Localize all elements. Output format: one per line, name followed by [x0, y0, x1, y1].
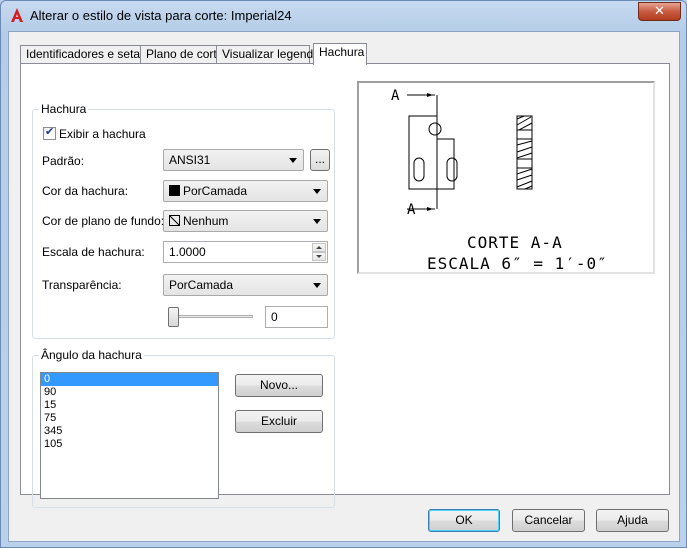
angle-list-item[interactable]: 345 [41, 425, 218, 438]
bg-color-combo[interactable]: Nenhum [163, 210, 328, 232]
chevron-down-icon [313, 283, 321, 288]
help-button[interactable]: Ajuda [596, 509, 669, 532]
show-hatch-checkbox[interactable] [43, 125, 56, 140]
hatch-scale-value: 1.0000 [169, 245, 206, 259]
section-marker-bottom: A [407, 202, 416, 218]
hatch-color-value: PorCamada [183, 184, 248, 198]
transparency-label: Transparência: [42, 278, 122, 292]
new-angle-button[interactable]: Novo... [235, 374, 323, 397]
transparency-slider-value: 0 [271, 310, 278, 324]
cancel-button[interactable]: Cancelar [512, 509, 585, 532]
section-marker-top: A [391, 88, 400, 104]
section-view-preview: A A CORTE A-A ESCALA 6″ = 1′-0″ [391, 88, 608, 273]
section-arrow-icon [427, 207, 433, 211]
window-title: Alterar o estilo de vista para corte: Im… [30, 8, 292, 23]
angle-list-item[interactable]: 75 [41, 412, 218, 425]
color-swatch-icon [169, 185, 180, 196]
hatch-scale-input[interactable]: 1.0000 [163, 241, 328, 263]
spin-up-icon[interactable] [312, 243, 326, 252]
hatch-color-label: Cor da hachura: [42, 184, 129, 198]
transparency-value-input[interactable]: 0 [265, 306, 328, 328]
dialog-client: Identificadores e setas Plano de corte V… [8, 31, 680, 542]
chevron-down-icon [313, 189, 321, 194]
angle-list-item[interactable]: 15 [41, 399, 218, 412]
angle-listbox[interactable]: 0 90 15 75 345 105 [40, 372, 219, 499]
bg-color-label: Cor de plano de fundo: [42, 214, 165, 228]
preview-caption-line2: ESCALA 6″ = 1′-0″ [427, 254, 608, 272]
chevron-down-icon [289, 158, 297, 163]
angle-groupbox: Ângulo da hachura 0 90 15 75 345 105 Novo... … [32, 348, 335, 508]
pattern-browse-button[interactable]: ... [310, 149, 330, 171]
transparency-slider-thumb[interactable] [168, 307, 179, 327]
hatch-scale-label: Escala de hachura: [42, 245, 145, 259]
transparency-slider-track[interactable] [169, 315, 253, 318]
preview-caption-line1: CORTE A-A [467, 233, 563, 252]
ok-button[interactable]: OK [428, 509, 500, 532]
angle-list-item[interactable]: 0 [41, 373, 218, 386]
show-hatch-label[interactable]: Exibir a hachura [59, 127, 146, 141]
section-arrow-icon [427, 93, 433, 97]
transparency-value: PorCamada [169, 278, 234, 292]
angle-list: 0 90 15 75 345 105 [41, 373, 218, 451]
preview-panel: A A CORTE A-A ESCALA 6″ = 1′-0″ [357, 81, 655, 274]
hatch-color-combo[interactable]: PorCamada [163, 180, 328, 202]
transparency-combo[interactable]: PorCamada [163, 274, 328, 296]
angle-list-item[interactable]: 105 [41, 438, 218, 451]
angle-list-item[interactable]: 90 [41, 386, 218, 399]
delete-angle-button[interactable]: Excluir [235, 410, 323, 433]
tab-plano-de-corte[interactable]: Plano de corte [140, 45, 223, 64]
pattern-label: Padrão: [42, 154, 85, 168]
pattern-value: ANSI31 [169, 153, 211, 167]
hachura-tab-panel: Hachura Exibir a hachura Padrão: ANSI31 … [20, 63, 670, 508]
no-color-swatch-icon [169, 215, 180, 226]
close-button[interactable]: ✕ [638, 2, 681, 21]
title-bar[interactable]: Alterar o estilo de vista para corte: Im… [1, 1, 686, 31]
tab-visualizar-legenda[interactable]: Visualizar legenda [216, 45, 320, 64]
pattern-combo[interactable]: ANSI31 [163, 149, 304, 171]
hatch-group-title: Hachura [39, 102, 89, 116]
hatch-groupbox: Hachura Exibir a hachura Padrão: ANSI31 … [32, 102, 335, 339]
chevron-down-icon [313, 219, 321, 224]
angle-group-title: Ângulo da hachura [39, 348, 144, 362]
autocad-app-icon [11, 8, 23, 22]
bg-color-value: Nenhum [183, 214, 229, 228]
tab-hachura[interactable]: Hachura [313, 43, 367, 65]
tab-identificadores-e-setas[interactable]: Identificadores e setas [20, 45, 146, 64]
dialog-window: Alterar o estilo de vista para corte: Im… [0, 0, 687, 548]
spin-down-icon[interactable] [312, 252, 326, 261]
close-icon: ✕ [654, 4, 665, 19]
